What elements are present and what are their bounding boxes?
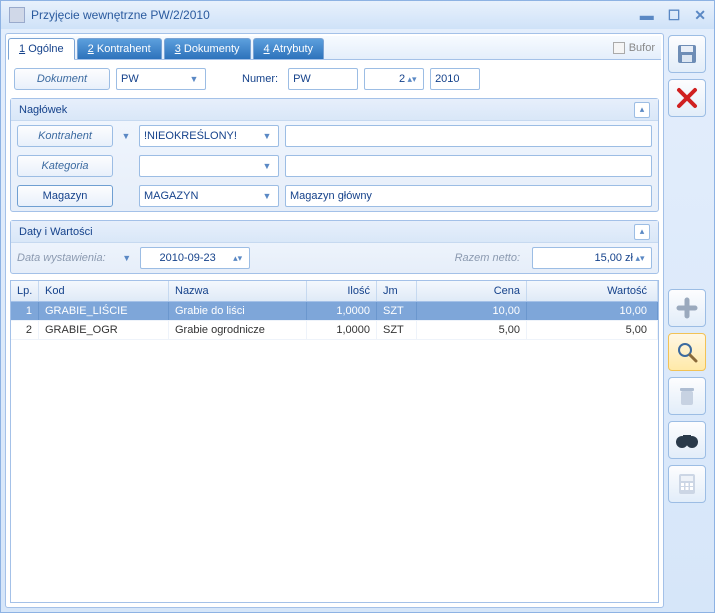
calculator-icon: [677, 472, 697, 496]
magazyn-button[interactable]: Magazyn: [17, 185, 113, 207]
tab-bar: 1 Ogólne 2 Kontrahent 3 Dokumenty 4 Atry…: [8, 36, 661, 60]
bufor-checkbox[interactable]: Bufor: [613, 42, 655, 54]
tab-atrybuty[interactable]: 4 Atrybuty: [253, 38, 325, 59]
daty-title: Daty i Wartości: [19, 226, 93, 238]
col-wartosc[interactable]: Wartość: [527, 281, 658, 301]
close-button[interactable]: ✕: [694, 7, 706, 24]
chevron-down-icon: ▼: [260, 161, 274, 171]
magazyn-select[interactable]: MAGAZYN ▼: [139, 185, 279, 207]
chevron-down-icon: ▼: [260, 131, 274, 141]
view-item-button[interactable]: [668, 333, 706, 371]
kategoria-select[interactable]: ▼: [139, 155, 279, 177]
tab-dokumenty[interactable]: 3 Dokumenty: [164, 38, 251, 59]
cell-jm: SZT: [377, 321, 417, 339]
cell-nazwa: Grabie ogrodnicze: [169, 321, 307, 339]
net-value[interactable]: 15,00 zł ▴▾: [532, 247, 652, 269]
col-cena[interactable]: Cena: [417, 281, 527, 301]
cancel-button[interactable]: [668, 79, 706, 117]
cell-cena: 10,00: [417, 302, 527, 320]
window-title: Przyjęcie wewnętrzne PW/2/2010: [31, 8, 640, 22]
numer-prefix-input[interactable]: PW: [288, 68, 358, 90]
daty-section: Daty i Wartości ▴ Data wystawienia: ▼ 20…: [10, 220, 659, 274]
items-grid: Lp. Kod Nazwa Ilość Jm Cena Wartość 1GRA…: [10, 280, 659, 603]
magnifier-icon: [676, 341, 698, 363]
cell-kod: GRABIE_LIŚCIE: [39, 302, 169, 320]
daty-header: Daty i Wartości ▴: [11, 221, 658, 243]
x-red-icon: [676, 87, 698, 109]
numer-year-input[interactable]: 2010: [430, 68, 480, 90]
col-kod[interactable]: Kod: [39, 281, 169, 301]
trash-icon: [677, 385, 697, 407]
table-row[interactable]: 2GRABIE_OGRGrabie ogrodnicze1,0000SZT5,0…: [11, 321, 658, 340]
cell-lp: 2: [11, 321, 39, 339]
kategoria-desc-input[interactable]: [285, 155, 652, 177]
net-label: Razem netto:: [455, 252, 520, 264]
col-jm[interactable]: Jm: [377, 281, 417, 301]
grid-header: Lp. Kod Nazwa Ilość Jm Cena Wartość: [11, 281, 658, 302]
magazyn-desc-input[interactable]: Magazyn główny: [285, 185, 652, 207]
col-ilosc[interactable]: Ilość: [307, 281, 377, 301]
spinner-icon: ▴▾: [231, 253, 245, 264]
spinner-icon: ▴▾: [405, 74, 419, 85]
dokument-button[interactable]: Dokument: [14, 68, 110, 90]
col-lp[interactable]: Lp.: [11, 281, 39, 301]
search-button[interactable]: [668, 421, 706, 459]
cell-ilosc: 1,0000: [307, 321, 377, 339]
date-input[interactable]: 2010-09-23 ▴▾: [140, 247, 250, 269]
binoculars-icon: [675, 431, 699, 449]
maximize-button[interactable]: ☐: [668, 7, 681, 24]
doc-type-select[interactable]: PW ▼: [116, 68, 206, 90]
naglowek-section: Nagłówek ▴ Kontrahent ▼ !NIEOKREŚLONY! ▼…: [10, 98, 659, 212]
doc-type-value: PW: [121, 73, 187, 85]
cell-lp: 1: [11, 302, 39, 320]
cell-ilosc: 1,0000: [307, 302, 377, 320]
chevron-down-icon[interactable]: ▼: [120, 253, 134, 263]
grid-body: 1GRABIE_LIŚCIEGrabie do liści1,0000SZT10…: [11, 302, 658, 340]
add-item-button[interactable]: [668, 289, 706, 327]
cell-wartosc: 5,00: [527, 321, 658, 339]
tab-ogolne[interactable]: 1 Ogólne: [8, 38, 75, 60]
numer-label: Numer:: [242, 73, 278, 85]
bufor-label: Bufor: [629, 42, 655, 54]
numer-no-input[interactable]: 2 ▴▾: [364, 68, 424, 90]
chevron-down-icon: ▼: [260, 191, 274, 201]
cell-jm: SZT: [377, 302, 417, 320]
date-label: Data wystawienia:: [17, 252, 106, 264]
collapse-button[interactable]: ▴: [634, 224, 650, 240]
floppy-icon: [675, 42, 699, 66]
plus-icon: [676, 297, 698, 319]
collapse-button[interactable]: ▴: [634, 102, 650, 118]
main-pane: 1 Ogólne 2 Kontrahent 3 Dokumenty 4 Atry…: [5, 33, 664, 608]
kategoria-button[interactable]: Kategoria: [17, 155, 113, 177]
spinner-icon: ▴▾: [633, 253, 647, 264]
kontrahent-desc-input[interactable]: [285, 125, 652, 147]
naglowek-title: Nagłówek: [19, 104, 67, 116]
minimize-button[interactable]: ▬: [640, 7, 654, 24]
tab-kontrahent[interactable]: 2 Kontrahent: [77, 38, 162, 59]
titlebar: Przyjęcie wewnętrzne PW/2/2010 ▬ ☐ ✕: [1, 1, 714, 29]
col-nazwa[interactable]: Nazwa: [169, 281, 307, 301]
calculator-button[interactable]: [668, 465, 706, 503]
window-controls: ▬ ☐ ✕: [640, 7, 706, 24]
app-window: Przyjęcie wewnętrzne PW/2/2010 ▬ ☐ ✕ 1 O…: [0, 0, 715, 613]
table-row[interactable]: 1GRABIE_LIŚCIEGrabie do liści1,0000SZT10…: [11, 302, 658, 321]
cell-nazwa: Grabie do liści: [169, 302, 307, 320]
checkbox-icon: [613, 42, 625, 54]
app-icon: [9, 7, 25, 23]
cell-wartosc: 10,00: [527, 302, 658, 320]
save-button[interactable]: [668, 35, 706, 73]
cell-cena: 5,00: [417, 321, 527, 339]
kontrahent-select[interactable]: !NIEOKREŚLONY! ▼: [139, 125, 279, 147]
kontrahent-button[interactable]: Kontrahent: [17, 125, 113, 147]
sidebar: [668, 33, 710, 608]
chevron-down-icon[interactable]: ▼: [119, 131, 133, 141]
cell-kod: GRABIE_OGR: [39, 321, 169, 339]
chevron-down-icon: ▼: [187, 74, 201, 84]
naglowek-header: Nagłówek ▴: [11, 99, 658, 121]
delete-item-button[interactable]: [668, 377, 706, 415]
